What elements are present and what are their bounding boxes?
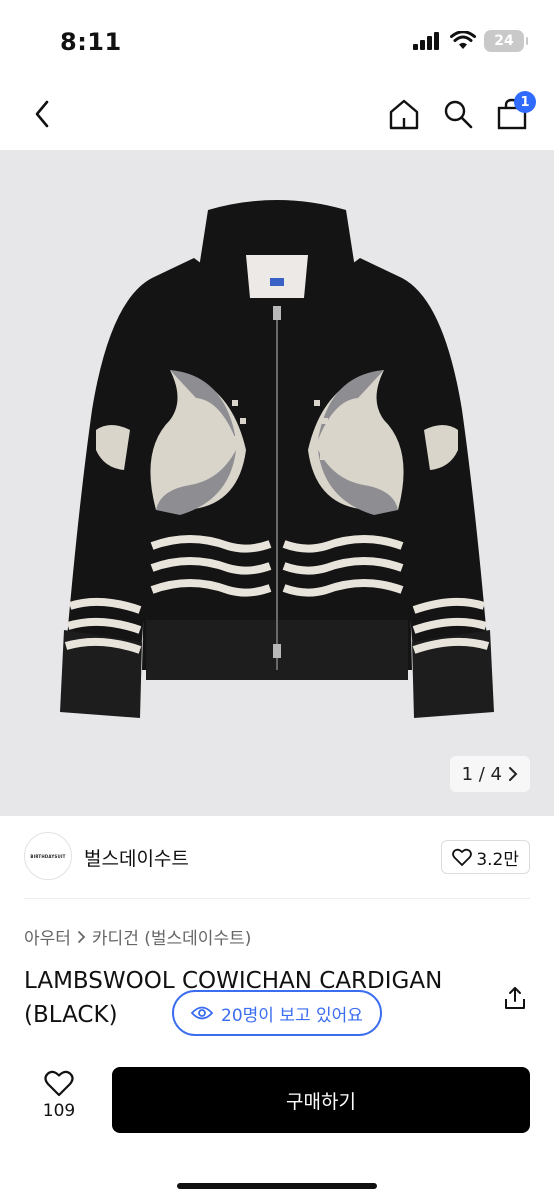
search-button[interactable] [438,92,478,136]
buy-button[interactable]: 구매하기 [112,1067,530,1133]
cart-button[interactable]: 1 [492,91,536,136]
nav-actions: 1 [384,91,536,136]
nav-bar: 1 [0,78,554,150]
battery-indicator: 24 [484,30,528,52]
search-icon [444,100,473,129]
bottom-action-bar: 109 구매하기 [0,1062,554,1142]
product-image-carousel[interactable]: 1 / 4 [0,150,554,816]
zipper-pull [273,306,281,320]
chevron-right-icon [78,930,86,943]
shop-avatar-logo: BIRTHDAYSUIT [30,853,66,859]
wishlist-count: 109 [42,1101,76,1121]
image-counter[interactable]: 1 / 4 [449,756,530,792]
breadcrumb-level2[interactable]: 카디건 (벌스데이수트) [92,924,251,949]
share-button[interactable] [502,984,528,1012]
shop-avatar[interactable]: BIRTHDAYSUIT [24,832,72,880]
share-icon [505,987,525,1009]
viewers-label: 20명이 보고 있어요 [221,1005,363,1026]
shop-name[interactable]: 벌스데이수트 [84,844,189,871]
home-button[interactable] [384,92,424,136]
shop-row: BIRTHDAYSUIT 벌스데이수트 3.2만 [24,832,530,882]
home-icon [389,99,419,130]
status-bar: 8:11 24 [0,0,554,78]
size-tag [270,278,284,286]
heart-icon [452,848,473,866]
product-photo [60,200,494,718]
battery-level: 24 [494,33,514,49]
cart-badge: 1 [514,91,536,113]
back-button[interactable] [24,92,60,136]
status-indicators: 24 [412,30,528,52]
cardigan-illustration [60,200,494,718]
heart-icon [44,1070,74,1097]
shop-like-count: 3.2만 [476,849,519,870]
viewers-badge: 20명이 보고 있어요 [172,990,382,1036]
zipper-pull-bottom [273,644,281,658]
shop-like-button[interactable]: 3.2만 [441,840,530,874]
home-indicator[interactable] [177,1183,377,1189]
image-counter-label: 1 / 4 [461,763,502,785]
chevron-left-icon [35,100,49,128]
chevron-right-icon [509,767,518,781]
cellular-signal-icon [413,32,439,50]
wifi-icon [450,31,476,49]
divider [24,898,530,899]
status-time: 8:11 [60,28,122,56]
wishlist-button[interactable]: 109 [36,1070,82,1121]
breadcrumb: 아우터 카디건 (벌스데이수트) [24,924,251,949]
breadcrumb-level1[interactable]: 아우터 [24,924,71,949]
eye-icon [191,1006,214,1020]
